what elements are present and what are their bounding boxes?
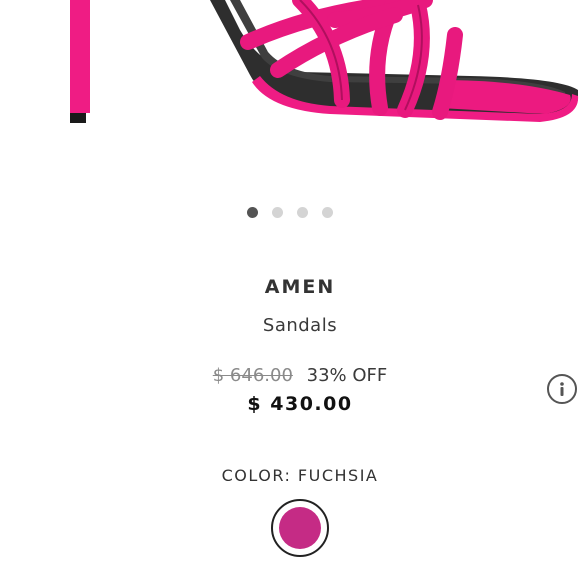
carousel-dot-1[interactable] [247,207,258,218]
info-icon [560,382,564,396]
carousel-dot-2[interactable] [272,207,283,218]
carousel-indicator [0,207,580,218]
product-page: AMEN Sandals $ 646.00 33% OFF $ 430.00 C… [0,0,580,580]
current-price: $ 430.00 [247,393,353,415]
price-row: $ 646.00 33% OFF [0,365,580,386]
original-price: $ 646.00 [212,365,293,386]
sandal-illustration [70,0,579,123]
discount-badge: 33% OFF [306,365,388,386]
swatch-fill [279,507,321,549]
heel-stem [70,0,90,113]
brand-name[interactable]: AMEN [0,276,580,298]
info-button[interactable] [547,374,577,404]
heel-tip [70,113,86,123]
carousel-dot-3[interactable] [297,207,308,218]
carousel-dot-4[interactable] [322,207,333,218]
product-category: Sandals [262,315,338,336]
product-image[interactable] [0,0,580,185]
color-swatch-fuchsia[interactable] [271,499,329,557]
color-label: COLOR: FUCHSIA [221,466,379,485]
